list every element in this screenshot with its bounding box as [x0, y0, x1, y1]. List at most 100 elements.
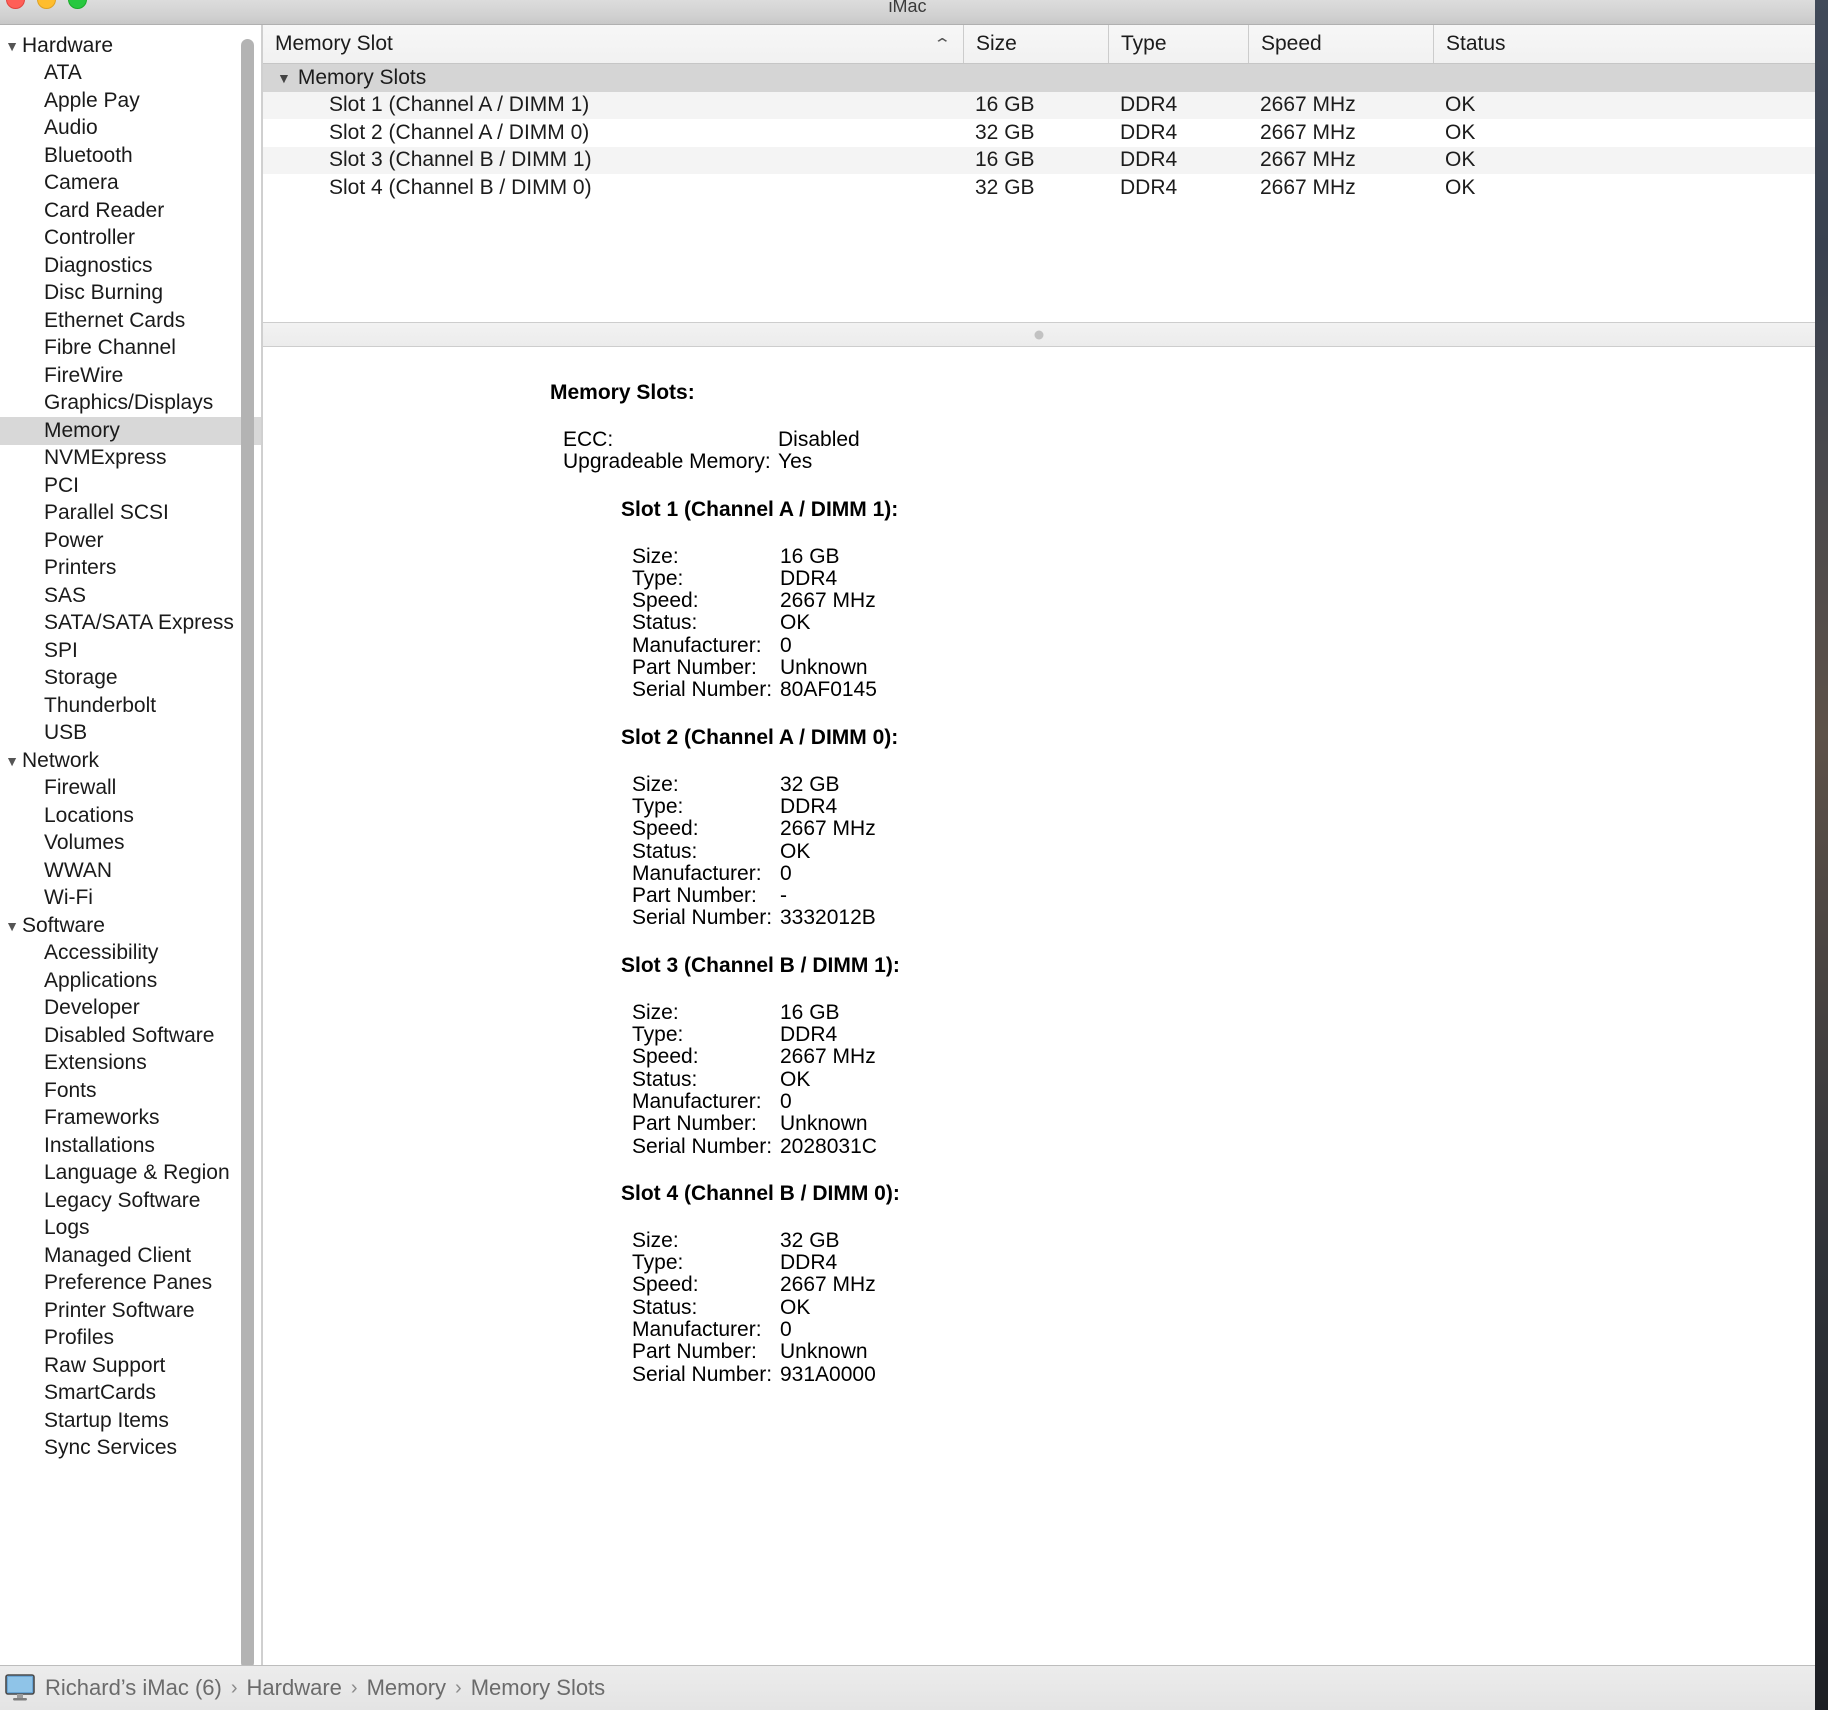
detail-field-key: Status: — [632, 1295, 698, 1319]
sidebar-item-label: Card Reader — [44, 198, 165, 222]
table-cell-speed: 2667 MHz — [1260, 93, 1356, 117]
sidebar-item-pci[interactable]: PCI — [0, 472, 261, 500]
sidebar-item-logs[interactable]: Logs — [0, 1215, 261, 1243]
sidebar-item-locations[interactable]: Locations — [0, 802, 261, 830]
disclosure-triangle-icon[interactable]: ▼ — [2, 753, 22, 769]
sidebar-group-network[interactable]: ▼ Network — [0, 747, 261, 775]
sidebar-item-usb[interactable]: USB — [0, 720, 261, 748]
sidebar-scrollbar[interactable] — [241, 39, 254, 1665]
sidebar-item-nvmexpress[interactable]: NVMExpress — [0, 445, 261, 473]
sidebar-item-card-reader[interactable]: Card Reader — [0, 197, 261, 225]
sidebar-item-label: Startup Items — [44, 1408, 169, 1432]
sidebar-item-storage[interactable]: Storage — [0, 665, 261, 693]
sidebar-item-sas[interactable]: SAS — [0, 582, 261, 610]
detail-field-row: Size: 32 GB — [632, 773, 876, 796]
pane-splitter[interactable] — [263, 322, 1815, 347]
sidebar-item-bluetooth[interactable]: Bluetooth — [0, 142, 261, 170]
sidebar-item-memory[interactable]: Memory — [0, 417, 261, 445]
sidebar-item-preference-panes[interactable]: Preference Panes — [0, 1270, 261, 1298]
disclosure-triangle-icon[interactable]: ▼ — [2, 38, 22, 54]
sidebar-item-extensions[interactable]: Extensions — [0, 1050, 261, 1078]
sidebar-item-controller[interactable]: Controller — [0, 225, 261, 253]
detail-field-row: Type: DDR4 — [632, 567, 877, 590]
detail-field-row: Size: 16 GB — [632, 1001, 877, 1024]
sidebar-item-accessibility[interactable]: Accessibility — [0, 940, 261, 968]
splitter-grip-icon[interactable] — [1034, 330, 1044, 339]
detail-field-key: Manufacturer: — [632, 1089, 762, 1113]
slot-field-table: Size: 16 GB Type: DDR4 Speed: 2667 MHz Status:… — [632, 1001, 877, 1158]
column-header-label: Status — [1446, 32, 1506, 55]
sidebar-item-sync-services[interactable]: Sync Services — [0, 1435, 261, 1463]
sidebar-item-frameworks[interactable]: Frameworks — [0, 1105, 261, 1133]
sidebar-item-printers[interactable]: Printers — [0, 555, 261, 583]
detail-field-value: Unknown — [780, 656, 868, 680]
sidebar-item-graphics-displays[interactable]: Graphics/Displays — [0, 390, 261, 418]
sidebar-item-language-region[interactable]: Language & Region — [0, 1160, 261, 1188]
sidebar-item-disc-burning[interactable]: Disc Burning — [0, 280, 261, 308]
table-header-row: Memory Slot ⌃ Size Type Speed Status — [263, 25, 1815, 64]
table-group-label: Memory Slots — [297, 65, 427, 89]
detail-field-key: Serial Number: — [632, 678, 773, 702]
sidebar-item-volumes[interactable]: Volumes — [0, 830, 261, 858]
breadcrumb-item[interactable]: Memory Slots — [471, 1675, 605, 1701]
column-header-status[interactable]: Status — [1433, 25, 1815, 63]
sidebar-item-ethernet-cards[interactable]: Ethernet Cards — [0, 307, 261, 335]
breadcrumb-item[interactable]: Richard’s iMac (6) — [45, 1675, 222, 1701]
column-header-name[interactable]: Memory Slot ⌃ — [263, 25, 963, 63]
sidebar-item-applications[interactable]: Applications — [0, 967, 261, 995]
sidebar-item-audio[interactable]: Audio — [0, 115, 261, 143]
sidebar-item-apple-pay[interactable]: Apple Pay — [0, 87, 261, 115]
column-header-size[interactable]: Size — [963, 25, 1108, 63]
sidebar-item-spi[interactable]: SPI — [0, 637, 261, 665]
sidebar-item-camera[interactable]: Camera — [0, 170, 261, 198]
sidebar-item-disabled-software[interactable]: Disabled Software — [0, 1022, 261, 1050]
slot-detail-block: Slot 3 (Channel B / DIMM 1): Size: 16 GB Ty… — [621, 954, 1815, 1158]
table-row[interactable]: Slot 3 (Channel B / DIMM 1) 16 GB DDR4 2667… — [263, 146, 1815, 174]
sidebar-item-installations[interactable]: Installations — [0, 1132, 261, 1160]
sidebar-item-firewall[interactable]: Firewall — [0, 775, 261, 803]
sidebar-item-managed-client[interactable]: Managed Client — [0, 1242, 261, 1270]
table-row[interactable]: Slot 1 (Channel A / DIMM 1) 16 GB DDR4 2667… — [263, 91, 1815, 119]
sidebar-item-fibre-channel[interactable]: Fibre Channel — [0, 335, 261, 363]
detail-field-key: Serial Number: — [632, 1134, 773, 1158]
sidebar-item-label: FireWire — [44, 363, 124, 387]
sidebar-item-developer[interactable]: Developer — [0, 995, 261, 1023]
sidebar-item-label: PCI — [44, 473, 80, 497]
sidebar-group-software[interactable]: ▼ Software — [0, 912, 261, 940]
sidebar-item-label: Storage — [44, 666, 118, 690]
sidebar-group-hardware[interactable]: ▼ Hardware — [0, 32, 261, 60]
sidebar-item-thunderbolt[interactable]: Thunderbolt — [0, 692, 261, 720]
detail-field-value: Unknown — [780, 1112, 868, 1136]
sidebar-item-smartcards[interactable]: SmartCards — [0, 1380, 261, 1408]
column-header-type[interactable]: Type — [1108, 25, 1248, 63]
sidebar-item-ata[interactable]: ATA — [0, 60, 261, 88]
detail-field-value: DDR4 — [780, 1251, 838, 1275]
sidebar-item-label: NVMExpress — [44, 446, 167, 470]
table-group-row[interactable]: ▼ Memory Slots — [263, 64, 1815, 92]
sidebar-item-raw-support[interactable]: Raw Support — [0, 1352, 261, 1380]
sidebar-item-profiles[interactable]: Profiles — [0, 1325, 261, 1353]
sidebar-item-wi-fi[interactable]: Wi-Fi — [0, 885, 261, 913]
detail-field-value: 0 — [780, 861, 792, 885]
table-row[interactable]: Slot 2 (Channel A / DIMM 0) 32 GB DDR4 2667… — [263, 119, 1815, 147]
sidebar-item-sata-sata-express[interactable]: SATA/SATA Express — [0, 610, 261, 638]
breadcrumb-item[interactable]: Hardware — [247, 1675, 342, 1701]
disclosure-triangle-icon[interactable]: ▼ — [2, 918, 22, 934]
detail-field-key: Type: — [632, 1023, 684, 1047]
sidebar-item-wwan[interactable]: WWAN — [0, 857, 261, 885]
breadcrumb-item[interactable]: Memory — [367, 1675, 446, 1701]
table-row[interactable]: Slot 4 (Channel B / DIMM 0) 32 GB DDR4 2667… — [263, 174, 1815, 202]
sidebar-item-startup-items[interactable]: Startup Items — [0, 1407, 261, 1435]
sidebar-item-power[interactable]: Power — [0, 527, 261, 555]
sidebar-item-diagnostics[interactable]: Diagnostics — [0, 252, 261, 280]
sidebar-item-firewire[interactable]: FireWire — [0, 362, 261, 390]
sidebar-item-parallel-scsi[interactable]: Parallel SCSI — [0, 500, 261, 528]
disclosure-triangle-icon[interactable]: ▼ — [277, 70, 291, 86]
window-titlebar: iMac — [0, 0, 1815, 25]
sidebar-item-legacy-software[interactable]: Legacy Software — [0, 1187, 261, 1215]
column-header-speed[interactable]: Speed — [1248, 25, 1433, 63]
sidebar-item-fonts[interactable]: Fonts — [0, 1077, 261, 1105]
sidebar-item-label: Parallel SCSI — [44, 501, 169, 525]
slot-detail-block: Slot 1 (Channel A / DIMM 1): Size: 16 GB Ty… — [621, 498, 1815, 702]
sidebar-item-printer-software[interactable]: Printer Software — [0, 1297, 261, 1325]
